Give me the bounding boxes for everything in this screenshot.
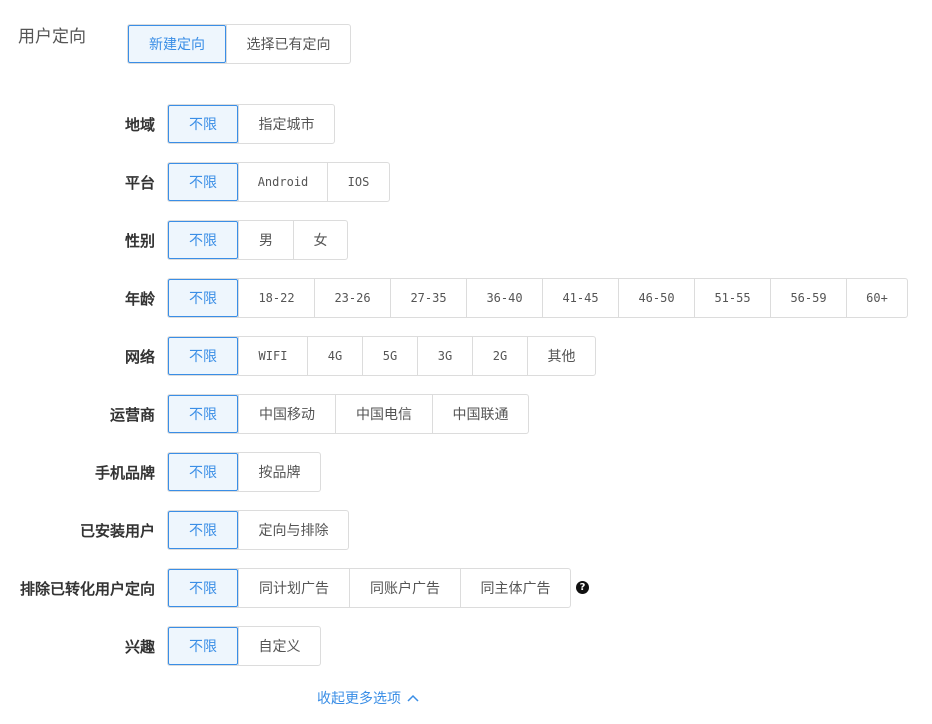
network-option-2g[interactable]: 2G [472,337,527,375]
installed-users-option-unlimited[interactable]: 不限 [168,511,238,549]
region-option-city[interactable]: 指定城市 [238,105,334,143]
age-option-60-plus[interactable]: 60+ [846,279,907,317]
platform-option-ios[interactable]: IOS [327,163,389,201]
platform-option-android[interactable]: Android [238,163,327,201]
phone-brand-options: 不限 按品牌 [167,452,321,492]
network-option-5g[interactable]: 5G [362,337,417,375]
carrier-options: 不限 中国移动 中国电信 中国联通 [167,394,529,434]
age-option-56-59[interactable]: 56-59 [770,279,846,317]
network-option-unlimited[interactable]: 不限 [168,337,238,375]
row-label-exclude-converted: 排除已转化用户定向 [19,579,155,598]
age-option-27-35[interactable]: 27-35 [390,279,466,317]
network-option-3g[interactable]: 3G [417,337,472,375]
collapse-label: 收起更多选项 [317,691,401,707]
region-option-unlimited[interactable]: 不限 [168,105,238,143]
exclude-converted-option-unlimited[interactable]: 不限 [168,569,238,607]
targeting-mode-tabs: 新建定向 选择已有定向 [127,24,351,64]
exclude-converted-option-same-entity[interactable]: 同主体广告 [460,569,570,607]
row-label-platform: 平台 [124,173,155,192]
collapse-more-options-link[interactable]: 收起更多选项 [317,688,419,708]
age-option-18-22[interactable]: 18-22 [238,279,314,317]
installed-users-options: 不限 定向与排除 [167,510,349,550]
age-option-46-50[interactable]: 46-50 [618,279,694,317]
section-title: 用户定向 [18,27,86,47]
exclude-converted-option-same-account[interactable]: 同账户广告 [349,569,460,607]
age-option-unlimited[interactable]: 不限 [168,279,238,317]
network-option-wifi[interactable]: WIFI [238,337,307,375]
platform-option-unlimited[interactable]: 不限 [168,163,238,201]
exclude-converted-options: 不限 同计划广告 同账户广告 同主体广告 [167,568,571,608]
row-label-installed-users: 已安装用户 [79,521,155,540]
installed-users-option-include-exclude[interactable]: 定向与排除 [238,511,348,549]
region-options: 不限 指定城市 [167,104,335,144]
interest-option-unlimited[interactable]: 不限 [168,627,238,665]
age-option-23-26[interactable]: 23-26 [314,279,390,317]
row-label-interest: 兴趣 [124,637,155,656]
gender-option-male[interactable]: 男 [238,221,293,259]
chevron-up-icon [407,694,419,702]
carrier-option-china-unicom[interactable]: 中国联通 [432,395,528,433]
gender-options: 不限 男 女 [167,220,348,260]
interest-options: 不限 自定义 [167,626,321,666]
phone-brand-option-by-brand[interactable]: 按品牌 [238,453,320,491]
exclude-converted-option-same-campaign[interactable]: 同计划广告 [238,569,349,607]
age-option-51-55[interactable]: 51-55 [694,279,770,317]
gender-option-female[interactable]: 女 [293,221,347,259]
carrier-option-unlimited[interactable]: 不限 [168,395,238,433]
age-option-36-40[interactable]: 36-40 [466,279,542,317]
network-options: 不限 WIFI 4G 5G 3G 2G 其他 [167,336,596,376]
row-label-phone-brand: 手机品牌 [94,463,155,482]
row-label-gender: 性别 [124,231,155,250]
phone-brand-option-unlimited[interactable]: 不限 [168,453,238,491]
interest-option-custom[interactable]: 自定义 [238,627,320,665]
platform-options: 不限 Android IOS [167,162,390,202]
network-option-other[interactable]: 其他 [527,337,595,375]
targeting-page: 用户定向 新建定向 选择已有定向 地域 不限 指定城市 平台 不限 Androi… [0,0,932,724]
tab-existing-targeting[interactable]: 选择已有定向 [226,25,350,63]
row-label-carrier: 运营商 [109,405,155,424]
row-label-age: 年龄 [124,289,155,308]
age-option-41-45[interactable]: 41-45 [542,279,618,317]
age-options: 不限 18-22 23-26 27-35 36-40 41-45 46-50 5… [167,278,908,318]
question-circle-icon[interactable]: ? [576,581,589,594]
row-label-region: 地域 [124,115,155,134]
row-label-network: 网络 [124,347,155,366]
carrier-option-china-mobile[interactable]: 中国移动 [238,395,335,433]
gender-option-unlimited[interactable]: 不限 [168,221,238,259]
carrier-option-china-telecom[interactable]: 中国电信 [335,395,432,433]
tab-new-targeting[interactable]: 新建定向 [128,25,226,63]
network-option-4g[interactable]: 4G [307,337,362,375]
